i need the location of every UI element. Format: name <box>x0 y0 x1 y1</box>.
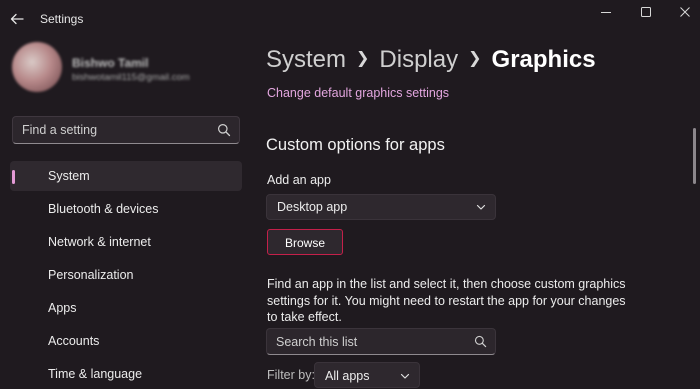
sidebar-item-label: Personalization <box>48 268 134 282</box>
search-icon <box>218 124 231 137</box>
sidebar-item-bluetooth-devices[interactable]: Bluetooth & devices <box>10 194 242 224</box>
search-placeholder: Find a setting <box>22 123 98 137</box>
filter-label: Filter by: <box>267 368 315 382</box>
chevron-down-icon <box>400 373 410 379</box>
user-name: Bishwo Tamil <box>72 56 149 70</box>
app-title: Settings <box>40 12 84 26</box>
chevron-right-icon: ❯ <box>468 50 482 67</box>
sidebar-item-apps[interactable]: Apps <box>10 293 242 323</box>
breadcrumb-item-display[interactable]: Display <box>379 46 458 73</box>
minimize-button[interactable] <box>595 4 617 22</box>
minimize-icon <box>601 12 611 13</box>
search-list-input[interactable]: Search this list <box>266 328 496 355</box>
sidebar-item-label: Bluetooth & devices <box>48 202 159 216</box>
maximize-icon <box>641 7 651 17</box>
browse-button[interactable]: Browse <box>267 229 343 255</box>
filter-value: All apps <box>325 369 370 383</box>
arrow-left-icon <box>10 13 24 25</box>
maximize-button[interactable] <box>635 4 657 22</box>
filter-dropdown[interactable]: All apps <box>314 362 420 388</box>
page-title: Graphics <box>491 46 596 73</box>
sidebar-item-accounts[interactable]: Accounts <box>10 326 242 356</box>
app-type-value: Desktop app <box>277 200 348 214</box>
back-button[interactable] <box>10 10 28 28</box>
sidebar-item-system[interactable]: System <box>10 161 242 191</box>
title-bar: Settings <box>0 0 700 38</box>
sidebar-item-label: Accounts <box>48 334 100 348</box>
close-button[interactable] <box>674 4 696 22</box>
app-type-dropdown[interactable]: Desktop app <box>266 194 496 220</box>
find-setting-search[interactable]: Find a setting <box>12 116 240 144</box>
sidebar-item-label: System <box>48 169 90 183</box>
breadcrumb-item-system[interactable]: System <box>266 46 346 73</box>
active-indicator <box>12 170 15 184</box>
user-email: bishwotamil115@gmail.com <box>72 72 190 83</box>
chevron-right-icon: ❯ <box>356 50 370 67</box>
sidebar-item-label: Network & internet <box>48 235 151 249</box>
section-title: Custom options for apps <box>266 136 445 154</box>
add-app-label: Add an app <box>267 173 331 187</box>
sidebar-item-label: Apps <box>48 301 77 315</box>
search-list-placeholder: Search this list <box>276 335 358 349</box>
sidebar-item-time-language[interactable]: Time & language <box>10 359 242 389</box>
close-icon <box>680 7 690 17</box>
search-icon <box>474 335 487 348</box>
browse-label: Browse <box>284 236 325 250</box>
change-default-graphics-link[interactable]: Change default graphics settings <box>267 86 449 100</box>
sidebar-item-label: Time & language <box>48 367 143 381</box>
scrollbar[interactable] <box>693 128 696 184</box>
info-text: Find an app in the list and select it, t… <box>267 277 626 324</box>
chevron-down-icon <box>476 204 486 210</box>
avatar[interactable] <box>12 42 62 92</box>
sidebar-item-network-internet[interactable]: Network & internet <box>10 227 242 257</box>
sidebar-item-personalization[interactable]: Personalization <box>10 260 242 290</box>
breadcrumb: System ❯ Display ❯ Graphics <box>266 46 596 74</box>
